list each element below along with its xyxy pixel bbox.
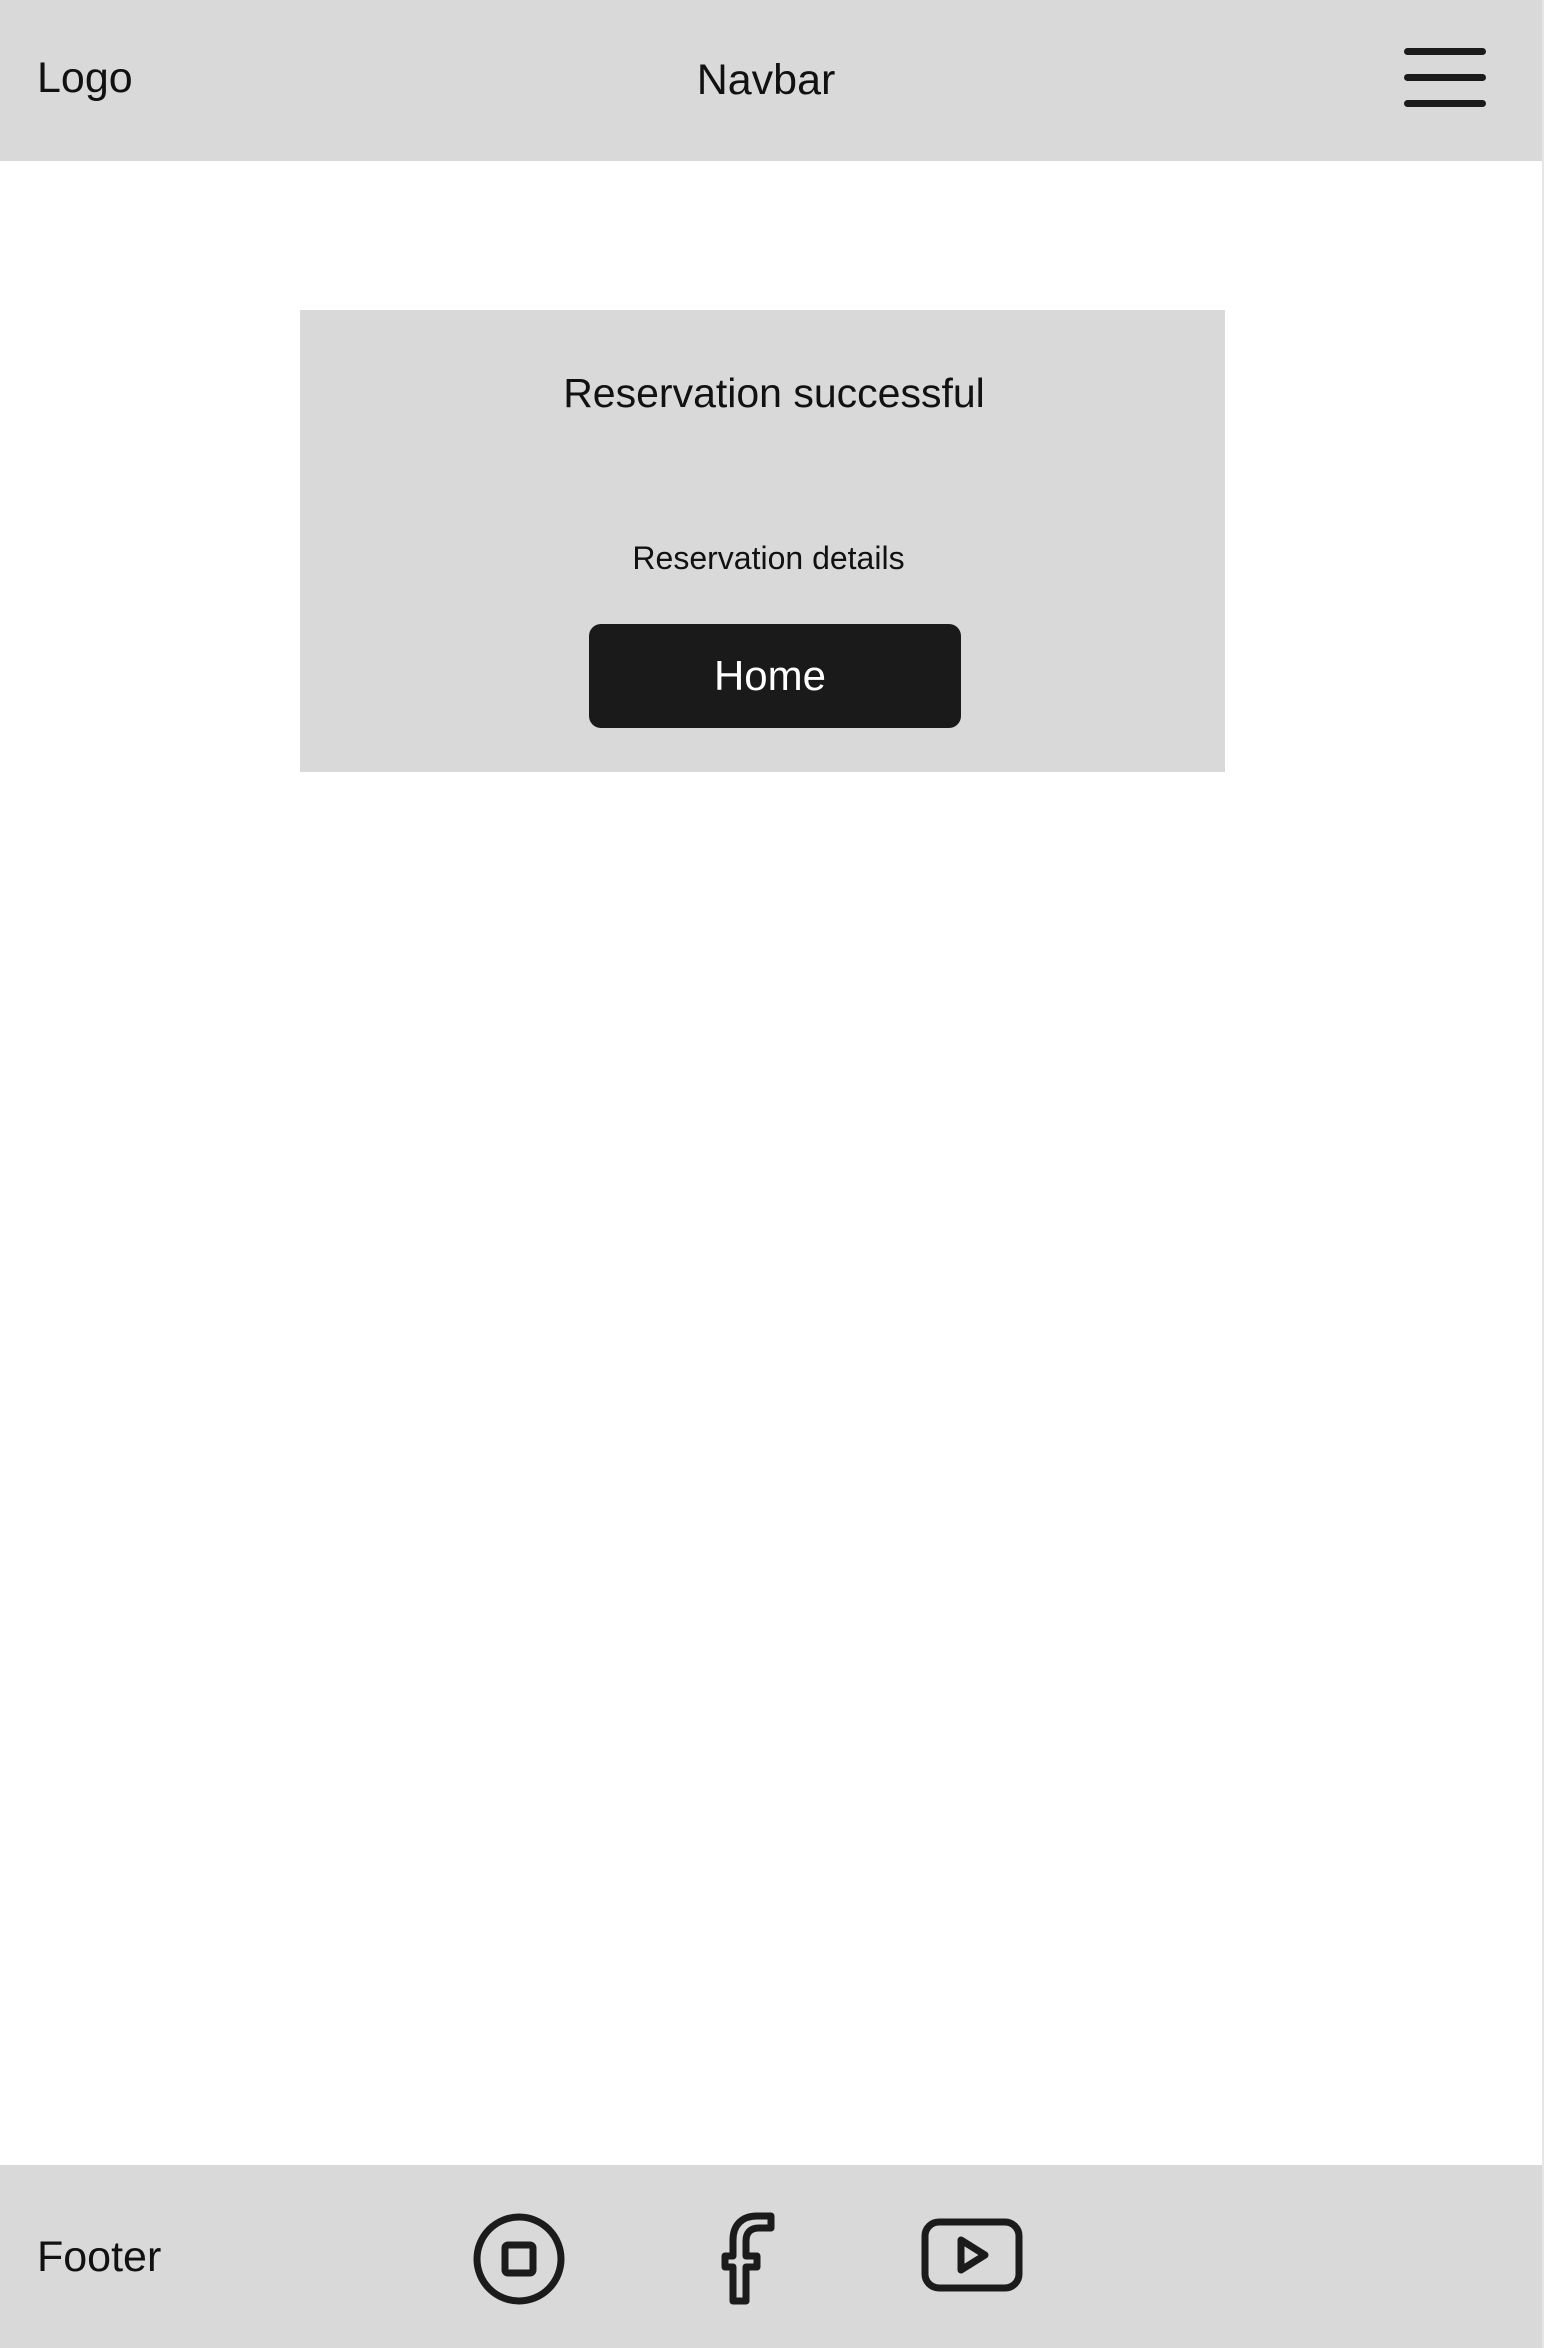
navbar: Logo Navbar xyxy=(0,0,1542,161)
facebook-icon-graphic xyxy=(721,2212,775,2305)
menu-bar-bottom xyxy=(1404,100,1486,107)
reservation-title: Reservation successful xyxy=(563,370,985,416)
navbar-title: Navbar xyxy=(696,56,836,104)
instagram-icon[interactable] xyxy=(472,2212,566,2306)
home-button[interactable]: Home xyxy=(589,624,961,728)
youtube-icon[interactable] xyxy=(920,2217,1024,2295)
footer: Footer xyxy=(0,2165,1542,2348)
youtube-icon-graphic xyxy=(921,2218,1023,2292)
menu-bar-middle xyxy=(1404,74,1486,81)
facebook-icon[interactable] xyxy=(716,2211,780,2305)
hamburger-menu-icon[interactable] xyxy=(1402,44,1488,112)
footer-label: Footer xyxy=(37,2233,162,2281)
home-button-label: Home xyxy=(713,652,827,699)
menu-bar-top xyxy=(1404,48,1486,55)
instagram-icon-graphic xyxy=(473,2213,565,2305)
page: Logo Navbar Reservation successful Reser… xyxy=(0,0,1544,2348)
reservation-details-link[interactable]: Reservation details xyxy=(300,538,1237,578)
reservation-card: Reservation successful Reservation detai… xyxy=(300,310,1225,772)
